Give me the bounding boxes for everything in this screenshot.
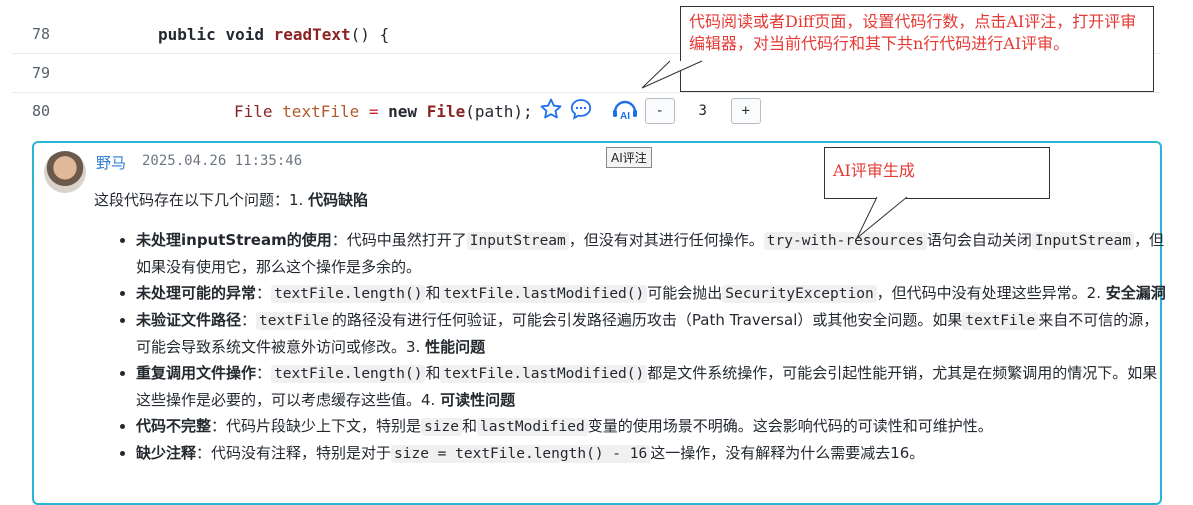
author-name[interactable]: 野马 <box>96 152 126 173</box>
issue-list: 未处理inputStream的使用：代码中虽然打开了InputStream，但没… <box>114 227 1166 467</box>
inline-code: lastModified <box>476 418 588 436</box>
avatar <box>44 151 86 193</box>
callout-text: AI评审生成 <box>833 161 915 180</box>
section-heading: 可读性问题 <box>440 391 516 409</box>
keyword: public <box>158 24 216 44</box>
section-heading: 代码缺陷 <box>308 191 369 209</box>
operator: = <box>368 101 379 121</box>
callout-pointer <box>641 60 703 89</box>
list-item: 缺少注释：代码没有注释，特别是对于size = textFile.length(… <box>136 440 1166 467</box>
list-item: 未处理inputStream的使用：代码中虽然打开了InputStream，但没… <box>136 227 1166 280</box>
inline-code: textFile.lastModified() <box>440 285 648 303</box>
keyword: new <box>388 101 418 121</box>
issue-title: 未处理inputStream的使用 <box>136 231 332 249</box>
review-intro: 这段代码存在以下几个问题：1. 代码缺陷 <box>94 189 368 210</box>
inline-code: textFile <box>962 312 1039 330</box>
variable-name: textFile <box>282 101 360 121</box>
increment-button[interactable]: + <box>730 98 761 124</box>
top-callout: 代码阅读或者Diff页面，设置代码行数，点击AI评注，打开评审编辑器，对当前代码… <box>680 6 1154 92</box>
code-text: public void readText() { <box>94 25 389 44</box>
inline-code: SecurityException <box>722 285 877 303</box>
issue-title: 缺少注释 <box>136 444 197 462</box>
line-number: 79 <box>32 64 51 82</box>
svg-text:AI: AI <box>620 111 630 122</box>
code-text: File textFile = new File(path); <box>94 102 533 121</box>
timestamp: 2025.04.26 11:35:46 <box>142 153 303 169</box>
list-item: 代码不完整：代码片段缺少上下文，特别是size和lastModified变量的使… <box>136 413 1166 440</box>
mid-callout: AI评审生成 <box>824 147 1050 199</box>
star-icon[interactable] <box>539 97 563 125</box>
inline-code: size = textFile.length() - 16 <box>391 445 651 463</box>
callout-pointer <box>856 196 908 239</box>
line-number: 80 <box>32 102 51 120</box>
section-heading: 安全漏洞 <box>1105 284 1166 302</box>
line-count-value[interactable]: 3 <box>681 99 725 123</box>
code-punct: () { <box>350 24 390 44</box>
inline-code: textFile.length() <box>271 365 426 383</box>
list-item: 未处理可能的异常：textFile.length()和textFile.last… <box>136 280 1166 307</box>
inline-code: size <box>421 418 462 436</box>
ai-tooltip: AI评注 <box>606 147 652 168</box>
issue-title: 未验证文件路径 <box>136 311 242 329</box>
section-heading: 性能问题 <box>425 338 486 356</box>
list-item: 重复调用文件操作：textFile.length()和textFile.last… <box>136 360 1166 413</box>
code-line-80: 80 File textFile = new File(path); AI - … <box>12 92 1160 130</box>
comment-bubble-icon[interactable] <box>569 97 593 125</box>
type-name: File <box>426 101 466 121</box>
inline-code: textFile <box>256 312 332 330</box>
issue-title: 重复调用文件操作 <box>136 364 257 382</box>
line-toolbar: AI - 3 + <box>539 96 761 126</box>
decrement-button[interactable]: - <box>644 98 675 124</box>
inline-code: InputStream <box>1031 232 1134 250</box>
inline-code: textFile.lastModified() <box>440 365 648 383</box>
line-number: 78 <box>32 25 51 43</box>
issue-title: 代码不完整 <box>136 417 212 435</box>
code-punct: (path); <box>465 101 533 121</box>
inline-code: InputStream <box>466 232 569 250</box>
intro-text: 这段代码存在以下几个问题：1. <box>94 191 304 209</box>
issue-title: 未处理可能的异常 <box>136 284 257 302</box>
keyword: void <box>225 24 264 44</box>
method-name: readText <box>273 24 351 44</box>
list-item: 未验证文件路径：textFile的路径没有进行任何验证，可能会引发路径遍历攻击（… <box>136 307 1166 360</box>
type-name: File <box>234 101 273 121</box>
ai-review-icon[interactable]: AI <box>611 96 639 126</box>
callout-text: 代码阅读或者Diff页面，设置代码行数，点击AI评注，打开评审编辑器，对当前代码… <box>689 12 1137 53</box>
inline-code: textFile.length() <box>271 285 426 303</box>
